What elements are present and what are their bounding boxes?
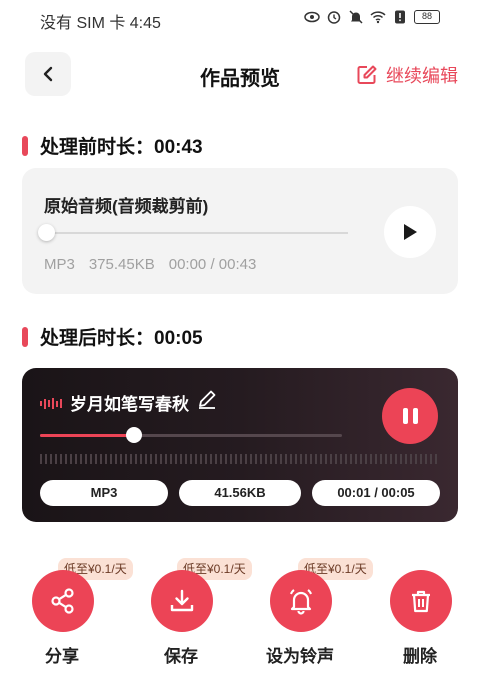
- trash-icon: [412, 590, 430, 613]
- processed-progress-fill: [40, 434, 134, 437]
- edit-icon: [357, 65, 377, 84]
- eye-icon: [304, 11, 320, 23]
- original-play-button[interactable]: [384, 206, 436, 258]
- original-progress-thumb[interactable]: [38, 224, 55, 241]
- section-before-title: 处理前时长：00:43: [22, 132, 203, 159]
- waveform-icon: [40, 398, 62, 409]
- section-after-label: 处理后时长：00:05: [40, 328, 203, 349]
- original-size: 375.45KB: [88, 256, 155, 273]
- original-progress-track[interactable]: [46, 232, 348, 234]
- set-ringtone-label: 设为铃声: [266, 647, 334, 666]
- original-audio-meta: MP3 375.45KB 00:00 / 00:43: [44, 256, 256, 273]
- original-format: MP3: [44, 256, 75, 273]
- action-share[interactable]: 低至¥0.1/天 分享: [2, 558, 133, 668]
- format-chip: MP3: [40, 480, 168, 506]
- waveform-dots: [40, 454, 440, 464]
- original-audio-card: 原始音频(音频裁剪前) MP3 375.45KB 00:00 / 00:43: [22, 168, 458, 294]
- section-accent-bar: [22, 135, 28, 156]
- share-icon: [51, 588, 74, 614]
- alarm-icon: [327, 11, 341, 24]
- pause-icon-bar: [402, 408, 408, 424]
- rename-pencil-icon[interactable]: [196, 388, 218, 410]
- section-before-label: 处理前时长：00:43: [40, 137, 203, 158]
- delete-label: 删除: [403, 647, 437, 666]
- play-icon: [404, 224, 417, 240]
- section-accent-bar: [22, 326, 28, 347]
- share-label: 分享: [45, 647, 79, 666]
- battery-icon: 88: [414, 10, 440, 24]
- action-save[interactable]: 低至¥0.1/天 保存: [121, 558, 252, 668]
- download-icon: [170, 589, 194, 612]
- pause-icon-bar: [412, 408, 418, 424]
- pause-button[interactable]: [382, 388, 438, 444]
- section-after-title: 处理后时长：00:05: [22, 323, 203, 350]
- continue-edit-button[interactable]: 继续编辑: [356, 62, 458, 88]
- processed-audio-card: 岁月如笔写春秋 MP3 41.56KB 00:01 / 00:05: [22, 368, 458, 522]
- continue-edit-label: 继续编辑: [386, 66, 458, 86]
- action-delete[interactable]: 删除: [360, 558, 480, 668]
- share-button[interactable]: [32, 570, 94, 632]
- size-chip: 41.56KB: [179, 480, 301, 506]
- save-label: 保存: [164, 647, 198, 666]
- status-carrier-time: 没有 SIM 卡 4:45: [40, 15, 161, 32]
- original-time: 00:00 / 00:43: [168, 256, 257, 273]
- original-audio-title: 原始音频(音频裁剪前): [44, 197, 209, 216]
- processed-progress-track[interactable]: [40, 427, 342, 443]
- processed-audio-title: 岁月如笔写春秋: [70, 395, 189, 414]
- save-button[interactable]: [151, 570, 213, 632]
- status-icons: 88: [304, 10, 440, 24]
- set-ringtone-button[interactable]: [270, 570, 332, 632]
- bell-icon: [290, 589, 312, 615]
- processed-progress-thumb[interactable]: [125, 427, 142, 443]
- mute-icon: [349, 10, 363, 24]
- status-bar: 没有 SIM 卡 4:45 88: [0, 0, 480, 36]
- wifi-icon: [370, 11, 386, 24]
- delete-button[interactable]: [390, 570, 452, 632]
- warning-icon: [395, 10, 405, 24]
- time-chip: 00:01 / 00:05: [312, 480, 440, 506]
- action-ringtone[interactable]: 低至¥0.1/天 设为铃声: [240, 558, 373, 668]
